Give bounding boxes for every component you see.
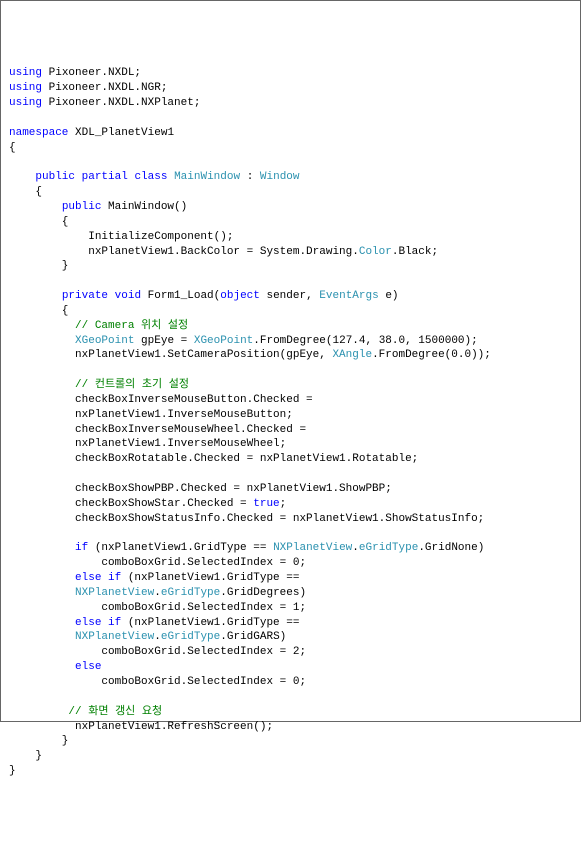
- code-text: .: [154, 631, 161, 643]
- brace: }: [9, 750, 42, 762]
- comment: // 화면 갱신 요청: [68, 706, 162, 718]
- code-text: nxPlanetView1.InverseMouseButton;: [9, 409, 293, 421]
- code-text: Pixoneer.NXDL.NGR;: [42, 82, 167, 94]
- indent: [9, 572, 75, 584]
- keyword-partial: partial: [82, 171, 128, 183]
- comment: // 컨트롤의 초기 설정: [75, 379, 189, 391]
- type-mainwindow: MainWindow: [174, 171, 240, 183]
- brace: {: [9, 142, 16, 154]
- keyword-else: else: [75, 572, 101, 584]
- keyword-void: void: [115, 290, 141, 302]
- keyword-if: if: [75, 542, 88, 554]
- code-text: .FromDegree(127.4, 38.0, 1500000);: [253, 335, 477, 347]
- code-text: .: [352, 542, 359, 554]
- indent: [9, 379, 75, 391]
- code-text: checkBoxInverseMouseButton.Checked =: [9, 394, 313, 406]
- indent: [9, 290, 62, 302]
- code-text: checkBoxInverseMouseWheel.Checked =: [9, 424, 306, 436]
- type-window: Window: [260, 171, 300, 183]
- code-text: nxPlanetView1.InverseMouseWheel;: [9, 438, 286, 450]
- type-nxplanetview: NXPlanetView: [75, 587, 154, 599]
- code-text: ;: [280, 498, 287, 510]
- keyword-else: else: [75, 661, 101, 673]
- code-text: (nxPlanetView1.GridType ==: [88, 542, 273, 554]
- code-text: .GridNone): [418, 542, 484, 554]
- indent: [9, 201, 62, 213]
- code-text: gpEye =: [134, 335, 193, 347]
- type-egridtype: eGridType: [161, 631, 220, 643]
- code-text: comboBoxGrid.SelectedIndex = 0;: [9, 676, 306, 688]
- code-text: checkBoxShowStar.Checked =: [9, 498, 253, 510]
- type-color: Color: [359, 246, 392, 258]
- type-eventargs: EventArgs: [319, 290, 378, 302]
- code-text: XDL_PlanetView1: [68, 127, 174, 139]
- code-text: .FromDegree(0.0));: [372, 349, 491, 361]
- keyword-using: using: [9, 97, 42, 109]
- keyword-namespace: namespace: [9, 127, 68, 139]
- indent: [9, 542, 75, 554]
- code-text: comboBoxGrid.SelectedIndex = 1;: [9, 602, 306, 614]
- keyword-public: public: [35, 171, 75, 183]
- brace: {: [9, 186, 42, 198]
- brace: {: [9, 216, 68, 228]
- type-egridtype: eGridType: [359, 542, 418, 554]
- code-text: InitializeComponent();: [9, 231, 233, 243]
- type-xangle: XAngle: [332, 349, 372, 361]
- code-text: .GridDegrees): [220, 587, 306, 599]
- type-xgeopoint: XGeoPoint: [75, 335, 134, 347]
- code-text: e): [379, 290, 399, 302]
- code-text: Form1_Load(: [141, 290, 220, 302]
- keyword-private: private: [62, 290, 108, 302]
- type-egridtype: eGridType: [161, 587, 220, 599]
- code-text: (nxPlanetView1.GridType ==: [121, 617, 299, 629]
- comment: // Camera 위치 설정: [75, 320, 188, 332]
- code-text: checkBoxRotatable.Checked = nxPlanetView…: [9, 453, 418, 465]
- indent: [9, 320, 75, 332]
- indent: [9, 171, 35, 183]
- indent: [9, 661, 75, 673]
- brace: }: [9, 735, 68, 747]
- code-text: comboBoxGrid.SelectedIndex = 2;: [9, 646, 306, 658]
- keyword-using: using: [9, 67, 42, 79]
- code-text: checkBoxShowPBP.Checked = nxPlanetView1.…: [9, 483, 392, 495]
- keyword-else: else: [75, 617, 101, 629]
- keyword-true: true: [253, 498, 279, 510]
- indent: [9, 587, 75, 599]
- keyword-object: object: [220, 290, 260, 302]
- indent: [9, 706, 68, 718]
- code-text: Pixoneer.NXDL;: [42, 67, 141, 79]
- brace: {: [9, 305, 68, 317]
- code-block: using Pixoneer.NXDL; using Pixoneer.NXDL…: [9, 66, 572, 779]
- type-nxplanetview: NXPlanetView: [75, 631, 154, 643]
- code-text: (nxPlanetView1.GridType ==: [121, 572, 299, 584]
- code-text: MainWindow(): [101, 201, 187, 213]
- code-text: sender,: [260, 290, 319, 302]
- code-text: .: [154, 587, 161, 599]
- brace: }: [9, 765, 16, 777]
- code-text: comboBoxGrid.SelectedIndex = 0;: [9, 557, 306, 569]
- code-text: nxPlanetView1.BackColor = System.Drawing…: [9, 246, 359, 258]
- indent: [9, 617, 75, 629]
- code-text: :: [240, 171, 260, 183]
- type-xgeopoint: XGeoPoint: [194, 335, 253, 347]
- code-text: Pixoneer.NXDL.NXPlanet;: [42, 97, 200, 109]
- code-text: checkBoxShowStatusInfo.Checked = nxPlane…: [9, 513, 484, 525]
- keyword-if: if: [108, 572, 121, 584]
- code-text: .Black;: [392, 246, 438, 258]
- keyword-class: class: [134, 171, 167, 183]
- code-text: .GridGARS): [220, 631, 286, 643]
- indent: [9, 335, 75, 347]
- code-text: nxPlanetView1.SetCameraPosition(gpEye,: [9, 349, 332, 361]
- brace: }: [9, 260, 68, 272]
- keyword-if: if: [108, 617, 121, 629]
- indent: [9, 631, 75, 643]
- code-text: nxPlanetView1.RefreshScreen();: [9, 721, 273, 733]
- keyword-using: using: [9, 82, 42, 94]
- type-nxplanetview: NXPlanetView: [273, 542, 352, 554]
- keyword-public: public: [62, 201, 102, 213]
